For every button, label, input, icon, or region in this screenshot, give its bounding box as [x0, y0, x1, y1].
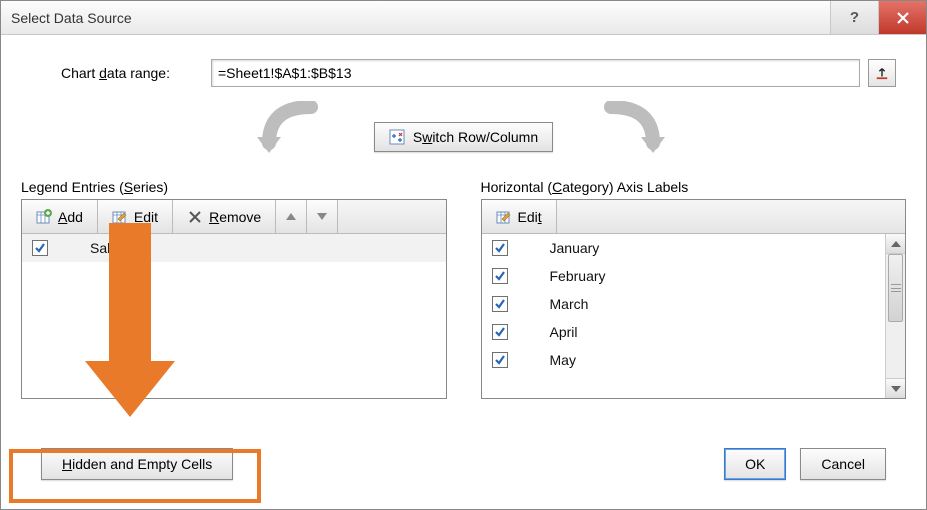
axis-label-item[interactable]: April [482, 318, 906, 346]
remove-series-button[interactable]: Remove [173, 200, 276, 233]
axis-labels-box: Edit January February [481, 199, 907, 399]
add-series-label: Add [58, 209, 83, 225]
add-series-button[interactable]: Add [22, 200, 98, 233]
help-button[interactable]: ? [830, 1, 878, 34]
axis-label-item[interactable]: March [482, 290, 906, 318]
close-icon [895, 10, 911, 26]
cancel-button[interactable]: Cancel [800, 448, 886, 480]
axis-labels-list[interactable]: January February March [482, 234, 906, 398]
switch-row-column-label: Switch Row/Column [413, 129, 538, 145]
edit-axis-labels-label: Edit [518, 209, 542, 225]
titlebar: Select Data Source ? [1, 1, 926, 35]
select-data-source-dialog: Select Data Source ? Chart data range: [0, 0, 927, 510]
dialog-body: Chart data range: Switch R [1, 35, 926, 509]
scroll-track[interactable] [886, 254, 905, 378]
axis-label-checkbox[interactable] [492, 352, 508, 368]
chart-data-range-label: Chart data range: [61, 65, 211, 81]
series-checkbox[interactable] [32, 240, 48, 256]
axis-labels-label: Horizontal (Category) Axis Labels [481, 179, 907, 195]
axis-labels-scrollbar[interactable] [885, 234, 905, 398]
axis-label-item[interactable]: January [482, 234, 906, 262]
close-button[interactable] [878, 1, 926, 34]
dialog-footer: Hidden and Empty Cells OK Cancel [21, 441, 906, 493]
remove-series-label: Remove [209, 209, 261, 225]
add-icon [36, 209, 52, 225]
edit-icon [112, 209, 128, 225]
mid-panes: Legend Entries (Series) Add Edit [21, 179, 906, 441]
titlebar-controls: ? [830, 1, 926, 34]
scroll-down-icon [891, 386, 901, 392]
axis-label-item[interactable]: February [482, 262, 906, 290]
legend-entries-box: Add Edit Remove [21, 199, 447, 399]
decorative-arrow-right-icon [591, 101, 671, 164]
axis-labels-pane: Horizontal (Category) Axis Labels Edit [481, 179, 907, 441]
move-series-down-button[interactable] [307, 200, 338, 233]
axis-labels-toolbar: Edit [482, 200, 906, 234]
axis-label-item[interactable]: May [482, 346, 906, 374]
decorative-arrow-left-icon [251, 101, 331, 164]
scroll-down-button[interactable] [886, 378, 905, 398]
ok-button[interactable]: OK [724, 448, 786, 480]
legend-entries-toolbar: Add Edit Remove [22, 200, 446, 234]
chart-data-range-row: Chart data range: [21, 59, 906, 87]
switch-icon [389, 129, 405, 145]
legend-entries-label: Legend Entries (Series) [21, 179, 447, 195]
edit-icon [496, 209, 512, 225]
scroll-up-button[interactable] [886, 234, 905, 254]
arrow-down-icon [317, 213, 327, 220]
axis-label-checkbox[interactable] [492, 324, 508, 340]
arrow-up-icon [286, 213, 296, 220]
axis-label-text: March [550, 296, 589, 312]
move-series-up-button[interactable] [276, 200, 307, 233]
series-list[interactable]: Sales [22, 234, 446, 398]
dialog-title: Select Data Source [11, 10, 132, 26]
series-item-label: Sales [90, 240, 125, 256]
axis-label-checkbox[interactable] [492, 268, 508, 284]
axis-label-checkbox[interactable] [492, 296, 508, 312]
chart-data-range-input[interactable] [211, 59, 860, 87]
axis-label-checkbox[interactable] [492, 240, 508, 256]
edit-series-button[interactable]: Edit [98, 200, 173, 233]
edit-axis-labels-button[interactable]: Edit [482, 200, 557, 233]
hidden-empty-cells-button[interactable]: Hidden and Empty Cells [41, 448, 233, 480]
scroll-thumb[interactable] [888, 254, 903, 322]
edit-series-label: Edit [134, 209, 158, 225]
scroll-up-icon [891, 241, 901, 247]
axis-label-text: February [550, 268, 606, 284]
series-list-item[interactable]: Sales [22, 234, 446, 262]
legend-entries-pane: Legend Entries (Series) Add Edit [21, 179, 447, 441]
axis-label-text: January [550, 240, 600, 256]
collapse-dialog-button[interactable] [868, 59, 896, 87]
axis-label-text: April [550, 324, 578, 340]
collapse-icon [875, 66, 889, 80]
footer-right: OK Cancel [724, 448, 886, 480]
switch-row-column-button[interactable]: Switch Row/Column [374, 122, 553, 152]
hidden-empty-cells-label: Hidden and Empty Cells [62, 456, 212, 472]
remove-icon [187, 209, 203, 225]
axis-label-text: May [550, 352, 576, 368]
switch-row-column-row: Switch Row/Column [21, 107, 906, 167]
